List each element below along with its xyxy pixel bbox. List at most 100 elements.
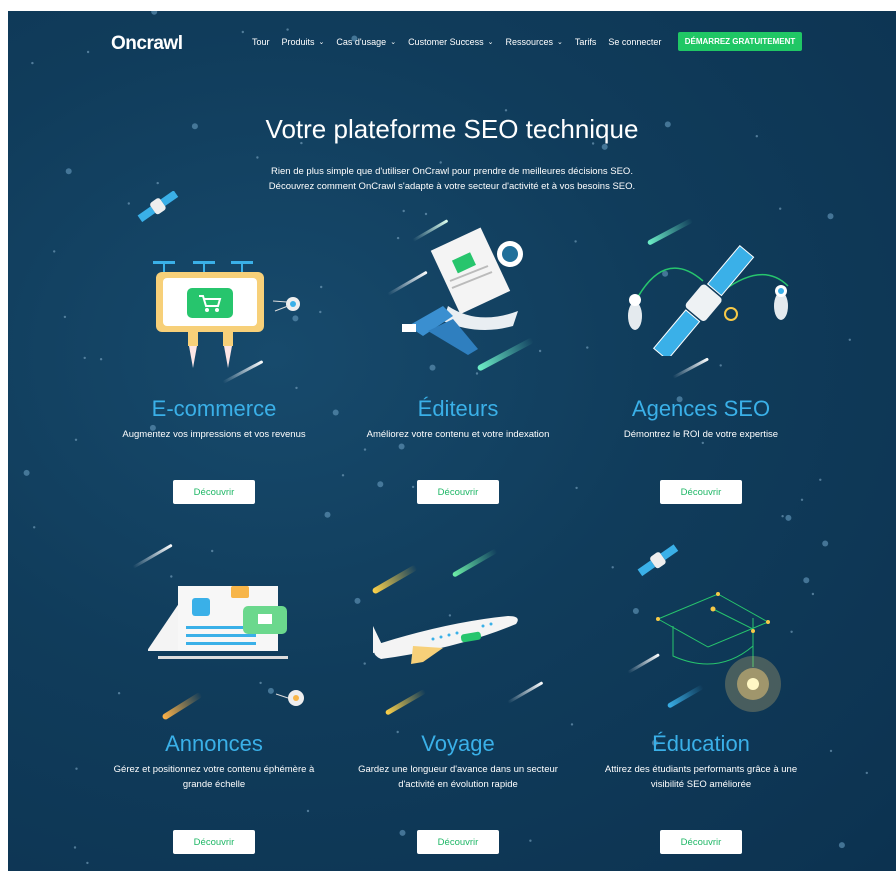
card-annonces: Annonces Gérez et positionnez votre cont… xyxy=(89,731,339,792)
star-dot xyxy=(73,846,77,849)
discover-annonces-button[interactable]: Découvrir xyxy=(173,830,255,854)
star-dot xyxy=(306,809,310,813)
star-dot xyxy=(341,474,345,477)
chevron-down-icon: ⌄ xyxy=(557,39,563,46)
star-dot xyxy=(475,372,479,375)
star-dot xyxy=(529,839,532,842)
start-free-button[interactable]: DÉMARREZ GRATUITEMENT xyxy=(678,32,802,51)
card-description: Attirez des étudiants performants grâce … xyxy=(604,764,798,790)
star-dot xyxy=(848,338,851,341)
menu-label: Produits xyxy=(281,37,315,47)
star-dot xyxy=(424,212,428,216)
star-dot xyxy=(256,156,259,159)
star-dot xyxy=(827,213,834,220)
star-dot xyxy=(701,441,704,445)
star-dot xyxy=(803,577,810,584)
chevron-down-icon: ⌄ xyxy=(390,39,397,46)
menu-item-cas-usage[interactable]: Cas d'usage ⌄ xyxy=(336,37,396,47)
star-dot xyxy=(354,597,361,604)
discover-ecommerce-button[interactable]: Découvrir xyxy=(173,480,255,504)
airplane-icon xyxy=(373,616,518,664)
oncrawl-logo[interactable]: Oncrawl xyxy=(111,33,183,55)
star-dot xyxy=(23,469,30,476)
star-dot xyxy=(838,842,845,849)
star-dot xyxy=(295,386,298,390)
card-description: Gérez et positionnez votre contenu éphém… xyxy=(113,764,315,790)
card-description: Améliorez votre contenu et votre indexat… xyxy=(366,429,550,440)
main-menu: Tour Produits ⌄ Cas d'usage ⌄ Customer Suc… xyxy=(252,37,673,47)
card-title: Éducation xyxy=(652,731,750,756)
card-ecommerce: E-commerce Augmentez vos impressions et … xyxy=(89,396,339,442)
hero-subtitle-line: Rien de plus simple que d'utiliser OnCra… xyxy=(271,166,633,177)
discover-voyage-button[interactable]: Découvrir xyxy=(417,830,499,854)
star-dot xyxy=(411,485,415,489)
card-title: Voyage xyxy=(421,731,495,756)
star-dot xyxy=(86,861,89,865)
astronaut-reading-icon xyxy=(402,227,523,355)
star-dot xyxy=(31,61,34,65)
card-title: Éditeurs xyxy=(417,396,499,421)
star-dot xyxy=(574,240,577,243)
star-dot xyxy=(99,358,103,361)
star-dot xyxy=(719,364,722,367)
star-dot xyxy=(781,515,784,518)
satellite-astronauts-icon xyxy=(628,244,789,356)
menu-item-ressources[interactable]: Ressources ⌄ xyxy=(505,37,562,47)
menu-label: Customer Success xyxy=(408,37,484,47)
star-dot xyxy=(117,692,121,695)
menu-label: Se connecter xyxy=(608,37,662,47)
star-dot xyxy=(829,749,833,753)
star-dot xyxy=(63,315,67,319)
star-dot xyxy=(570,723,574,726)
star-dot xyxy=(286,28,289,31)
star-dot xyxy=(779,207,782,210)
star-dot xyxy=(33,526,36,529)
discover-education-button[interactable]: Découvrir xyxy=(660,830,742,854)
chevron-down-icon: ⌄ xyxy=(487,39,494,46)
menu-label: Tarifs xyxy=(574,37,597,47)
star-dot xyxy=(363,448,367,451)
card-title: E-commerce xyxy=(151,396,277,421)
star-dot xyxy=(811,592,815,596)
star-dot xyxy=(74,438,78,441)
chevron-down-icon: ⌄ xyxy=(318,39,325,46)
star-dot xyxy=(324,511,331,518)
star-dot xyxy=(151,11,158,15)
card-education: Éducation Attirez des étudiants performa… xyxy=(576,731,826,792)
star-dot xyxy=(575,486,578,490)
card-description: Augmentez vos impressions et vos revenus xyxy=(122,429,306,440)
menu-item-produits[interactable]: Produits ⌄ xyxy=(282,37,325,47)
card-title: Agences SEO xyxy=(631,396,771,421)
star-dot xyxy=(504,109,508,112)
star-dot xyxy=(819,478,822,481)
top-nav: Oncrawl Tour Produits ⌄ Cas d'usage ⌄ Cust… xyxy=(8,32,896,55)
menu-item-tour[interactable]: Tour xyxy=(252,37,270,47)
menu-item-tarifs[interactable]: Tarifs xyxy=(575,37,597,47)
page-frame: Oncrawl Tour Produits ⌄ Cas d'usage ⌄ Cust… xyxy=(8,11,896,871)
listing-board-icon xyxy=(148,586,304,706)
card-description: Démontrez le ROI de votre expertise xyxy=(623,429,779,440)
star-dot xyxy=(785,514,792,521)
graduation-cap-constellation-icon xyxy=(637,544,781,712)
star-dot xyxy=(75,767,78,770)
star-dot xyxy=(399,829,406,836)
star-dot xyxy=(53,250,56,253)
card-voyage: Voyage Gardez une longueur d'avance dans… xyxy=(333,731,583,792)
menu-label: Cas d'usage xyxy=(336,37,387,47)
discover-editeurs-button[interactable]: Découvrir xyxy=(417,480,499,504)
star-dot xyxy=(377,481,384,488)
billboard-satellite-icon xyxy=(137,191,300,368)
star-dot xyxy=(211,549,214,553)
star-dot xyxy=(398,443,405,450)
star-dot xyxy=(865,771,868,775)
card-description: Gardez une longueur d'avance dans un sec… xyxy=(358,764,558,790)
menu-label: Ressources xyxy=(505,37,553,47)
menu-label: Tour xyxy=(252,37,270,47)
star-dot xyxy=(402,209,405,213)
discover-agences-button[interactable]: Découvrir xyxy=(660,480,742,504)
menu-item-se-connecter[interactable]: Se connecter xyxy=(608,37,661,47)
card-agences-seo: Agences SEO Démontrez le ROI de votre ex… xyxy=(576,396,826,442)
star-dot xyxy=(800,498,804,501)
menu-item-customer-success[interactable]: Customer Success ⌄ xyxy=(408,37,493,47)
card-title: Annonces xyxy=(165,731,263,756)
